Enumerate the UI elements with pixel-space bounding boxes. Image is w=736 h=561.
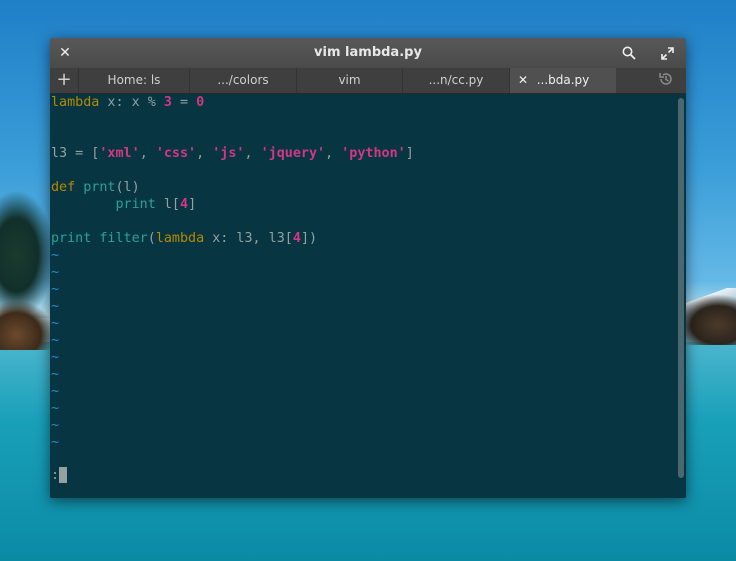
string-token: 'js' [212,146,245,161]
code-text: l3 = [ [51,146,100,161]
command-prompt: : [51,468,60,483]
tab-colors[interactable]: .../colors [189,68,296,93]
terminal-window: ✕ vim lambda.py + Home: ls .../colors vi [50,38,686,498]
number-token: 3 [163,95,172,110]
code-line: lambda x: x % 3 = 0 [51,94,204,111]
code-line: print filter(lambda x: l3, l3[4]) [51,230,317,247]
window-titlebar[interactable]: ✕ vim lambda.py [50,38,686,68]
history-icon[interactable] [658,71,676,89]
tab-label: ...n/cc.py [428,73,484,87]
tab-cc-py[interactable]: ...n/cc.py [402,68,509,93]
code-line: print l[4] [51,196,197,213]
code-line: def prnt(l) [51,179,140,196]
tab-label: vim [338,73,361,87]
tab-vim[interactable]: vim [296,68,402,93]
tilde-marker: ~ [51,248,60,263]
tilde-marker: ~ [51,299,60,314]
window-title: vim lambda.py [314,45,422,60]
string-token: 'python' [341,146,406,161]
number-token: 0 [196,95,205,110]
tilde-marker: ~ [51,367,60,382]
tilde-marker: ~ [51,435,60,450]
number-token: 4 [292,231,301,246]
tab-lambda-py[interactable]: ✕ ...bda.py [509,68,616,93]
number-token: 4 [180,197,189,212]
function-token: print [51,231,92,246]
tilde-marker: ~ [51,282,60,297]
vim-editor[interactable]: lambda x: x % 3 = 0 l3 = ['xml', 'css', … [50,94,686,498]
tilde-marker: ~ [51,418,60,433]
tilde-marker: ~ [51,333,60,348]
code-text: , [325,146,342,161]
string-token: 'css' [155,146,197,161]
tab-label: .../colors [217,73,269,87]
code-text: ] [188,197,197,212]
code-line: l3 = ['xml', 'css', 'js', 'jquery', 'pyt… [51,145,414,162]
code-text: ] [405,146,414,161]
string-token: 'jquery' [260,146,326,161]
wallpaper-island-left [0,300,55,350]
code-text: ( [147,231,156,246]
string-token: 'xml' [99,146,140,161]
plus-icon[interactable]: + [54,69,74,91]
function-token: print [115,197,156,212]
tab-label: Home: ls [107,73,161,87]
code-text: ]) [300,231,318,246]
tilde-marker: ~ [51,350,60,365]
code-text: (l) [115,180,140,195]
tilde-marker: ~ [51,401,60,416]
tilde-marker: ~ [51,384,60,399]
close-icon[interactable]: ✕ [518,68,528,93]
tilde-marker: ~ [51,265,60,280]
maximize-icon[interactable] [656,42,678,64]
code-text: , [244,146,261,161]
search-icon[interactable] [618,42,640,64]
code-text: l[ [155,197,180,212]
keyword-token: lambda [51,95,100,110]
text-cursor [59,467,68,483]
code-text: x: l3, l3[ [204,231,293,246]
tilde-marker: ~ [51,316,60,331]
function-token: prnt [83,180,116,195]
scrollbar[interactable] [678,98,684,478]
code-text: , [196,146,213,161]
tab-home-ls[interactable]: Home: ls [78,68,189,93]
code-text: = [171,95,197,110]
function-token: filter [99,231,148,246]
code-text: x: x % [99,95,164,110]
keyword-token: lambda [155,231,205,246]
keyword-token: def [51,180,76,195]
tab-bar: + Home: ls .../colors vim ...n/cc.py ✕ .… [50,68,686,94]
code-text: , [139,146,156,161]
tab-label: ...bda.py [536,73,590,87]
vim-command-line[interactable]: : [51,467,68,484]
